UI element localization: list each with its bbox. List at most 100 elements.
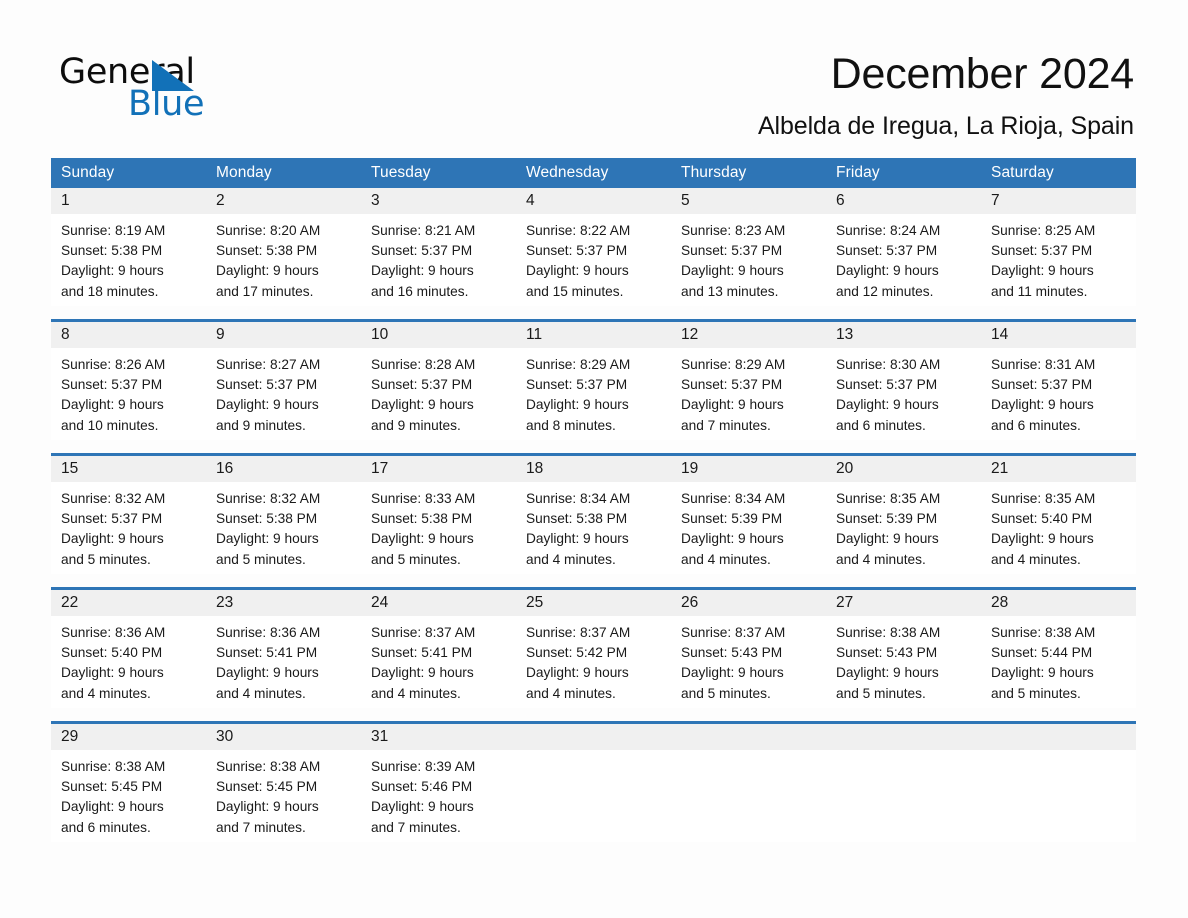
day-cell[interactable]: Sunrise: 8:22 AM Sunset: 5:37 PM Dayligh… — [516, 214, 671, 306]
sunrise-text: Sunrise: 8:22 AM — [526, 223, 631, 238]
day-number[interactable]: 30 — [206, 724, 361, 750]
sunset-text: Sunset: 5:37 PM — [526, 243, 628, 259]
day-number[interactable]: 24 — [361, 590, 516, 616]
day-cell[interactable]: Sunrise: 8:34 AM Sunset: 5:39 PM Dayligh… — [671, 482, 826, 574]
day-number[interactable]: 9 — [206, 322, 361, 348]
day-number[interactable]: 18 — [516, 456, 671, 482]
day-number[interactable]: 17 — [361, 456, 516, 482]
sunset-text: Sunset: 5:39 PM — [681, 511, 783, 527]
sunrise-text: Sunrise: 8:23 AM — [681, 223, 786, 238]
day-number[interactable]: 6 — [826, 188, 981, 214]
day-cell[interactable]: Sunrise: 8:32 AM Sunset: 5:38 PM Dayligh… — [206, 482, 361, 574]
day-cell[interactable]: Sunrise: 8:26 AM Sunset: 5:37 PM Dayligh… — [51, 348, 206, 440]
day-number[interactable]: 12 — [671, 322, 826, 348]
daylight-text-line2: and 9 minutes. — [371, 417, 461, 433]
day-number[interactable]: 15 — [51, 456, 206, 482]
day-cell[interactable]: Sunrise: 8:37 AM Sunset: 5:41 PM Dayligh… — [361, 616, 516, 708]
day-number[interactable]: 29 — [51, 724, 206, 750]
sunset-text: Sunset: 5:38 PM — [216, 511, 318, 527]
day-cell[interactable]: Sunrise: 8:28 AM Sunset: 5:37 PM Dayligh… — [361, 348, 516, 440]
day-number[interactable]: 25 — [516, 590, 671, 616]
day-cell[interactable]: Sunrise: 8:19 AM Sunset: 5:38 PM Dayligh… — [51, 214, 206, 306]
day-number[interactable]: 19 — [671, 456, 826, 482]
sunset-text: Sunset: 5:40 PM — [61, 645, 163, 661]
day-cell[interactable]: Sunrise: 8:24 AM Sunset: 5:37 PM Dayligh… — [826, 214, 981, 306]
daylight-text-line2: and 7 minutes. — [371, 819, 461, 835]
day-number[interactable]: 1 — [51, 188, 206, 214]
day-number[interactable]: 4 — [516, 188, 671, 214]
day-cell[interactable]: Sunrise: 8:27 AM Sunset: 5:37 PM Dayligh… — [206, 348, 361, 440]
sunset-text: Sunset: 5:37 PM — [836, 377, 938, 393]
sunset-text: Sunset: 5:41 PM — [371, 645, 473, 661]
sunset-text: Sunset: 5:37 PM — [216, 377, 318, 393]
general-blue-logo[interactable]: General Blue — [59, 52, 289, 124]
day-cell[interactable]: Sunrise: 8:23 AM Sunset: 5:37 PM Dayligh… — [671, 214, 826, 306]
week-row: 29 30 31 Sunrise: 8:38 AM Sunset: 5:45 P… — [51, 721, 1136, 842]
day-number[interactable]: 3 — [361, 188, 516, 214]
day-number[interactable]: 21 — [981, 456, 1136, 482]
sunset-text: Sunset: 5:45 PM — [61, 779, 163, 795]
sunset-text: Sunset: 5:43 PM — [836, 645, 938, 661]
daylight-text-line1: Daylight: 9 hours — [991, 665, 1094, 681]
day-number[interactable]: 28 — [981, 590, 1136, 616]
day-cell[interactable]: Sunrise: 8:30 AM Sunset: 5:37 PM Dayligh… — [826, 348, 981, 440]
daylight-text-line2: and 15 minutes. — [526, 283, 624, 299]
day-number[interactable]: 16 — [206, 456, 361, 482]
week-info-band: Sunrise: 8:26 AM Sunset: 5:37 PM Dayligh… — [51, 348, 1136, 440]
day-cell[interactable]: Sunrise: 8:34 AM Sunset: 5:38 PM Dayligh… — [516, 482, 671, 574]
day-cell[interactable]: Sunrise: 8:38 AM Sunset: 5:45 PM Dayligh… — [51, 750, 206, 842]
day-number[interactable]: 2 — [206, 188, 361, 214]
day-number[interactable]: 26 — [671, 590, 826, 616]
day-number[interactable]: 27 — [826, 590, 981, 616]
day-number[interactable]: 31 — [361, 724, 516, 750]
day-number[interactable]: 13 — [826, 322, 981, 348]
sunrise-text: Sunrise: 8:19 AM — [61, 223, 166, 238]
day-cell[interactable]: Sunrise: 8:38 AM Sunset: 5:45 PM Dayligh… — [206, 750, 361, 842]
sunrise-text: Sunrise: 8:37 AM — [681, 625, 786, 640]
day-cell-empty — [981, 750, 1136, 842]
day-number[interactable]: 20 — [826, 456, 981, 482]
title-block: December 2024 Albelda de Iregua, La Rioj… — [758, 48, 1134, 141]
day-cell[interactable]: Sunrise: 8:37 AM Sunset: 5:43 PM Dayligh… — [671, 616, 826, 708]
day-cell[interactable]: Sunrise: 8:35 AM Sunset: 5:40 PM Dayligh… — [981, 482, 1136, 574]
daylight-text-line2: and 6 minutes. — [991, 417, 1081, 433]
daylight-text-line1: Daylight: 9 hours — [216, 263, 319, 279]
sunset-text: Sunset: 5:43 PM — [681, 645, 783, 661]
calendar-grid: Sunday Monday Tuesday Wednesday Thursday… — [51, 158, 1136, 842]
daylight-text-line2: and 17 minutes. — [216, 283, 314, 299]
daylight-text-line1: Daylight: 9 hours — [681, 665, 784, 681]
day-number[interactable]: 7 — [981, 188, 1136, 214]
day-cell[interactable]: Sunrise: 8:35 AM Sunset: 5:39 PM Dayligh… — [826, 482, 981, 574]
day-cell[interactable]: Sunrise: 8:29 AM Sunset: 5:37 PM Dayligh… — [671, 348, 826, 440]
day-number[interactable]: 10 — [361, 322, 516, 348]
day-cell[interactable]: Sunrise: 8:25 AM Sunset: 5:37 PM Dayligh… — [981, 214, 1136, 306]
day-cell[interactable]: Sunrise: 8:32 AM Sunset: 5:37 PM Dayligh… — [51, 482, 206, 574]
day-number[interactable]: 23 — [206, 590, 361, 616]
day-cell[interactable]: Sunrise: 8:38 AM Sunset: 5:43 PM Dayligh… — [826, 616, 981, 708]
sunrise-text: Sunrise: 8:32 AM — [61, 491, 166, 506]
day-cell[interactable]: Sunrise: 8:39 AM Sunset: 5:46 PM Dayligh… — [361, 750, 516, 842]
day-cell[interactable]: Sunrise: 8:37 AM Sunset: 5:42 PM Dayligh… — [516, 616, 671, 708]
day-cell[interactable]: Sunrise: 8:20 AM Sunset: 5:38 PM Dayligh… — [206, 214, 361, 306]
daylight-text-line2: and 18 minutes. — [61, 283, 159, 299]
daylight-text-line2: and 4 minutes. — [681, 551, 771, 567]
sunset-text: Sunset: 5:38 PM — [216, 243, 318, 259]
day-cell[interactable]: Sunrise: 8:38 AM Sunset: 5:44 PM Dayligh… — [981, 616, 1136, 708]
day-number[interactable]: 8 — [51, 322, 206, 348]
day-cell[interactable]: Sunrise: 8:36 AM Sunset: 5:41 PM Dayligh… — [206, 616, 361, 708]
day-cell[interactable]: Sunrise: 8:31 AM Sunset: 5:37 PM Dayligh… — [981, 348, 1136, 440]
day-cell[interactable]: Sunrise: 8:33 AM Sunset: 5:38 PM Dayligh… — [361, 482, 516, 574]
day-cell[interactable]: Sunrise: 8:29 AM Sunset: 5:37 PM Dayligh… — [516, 348, 671, 440]
day-number-empty — [826, 724, 981, 750]
sunset-text: Sunset: 5:40 PM — [991, 511, 1093, 527]
sunrise-text: Sunrise: 8:21 AM — [371, 223, 476, 238]
day-number[interactable]: 5 — [671, 188, 826, 214]
day-number[interactable]: 14 — [981, 322, 1136, 348]
week-row: 22 23 24 25 26 27 28 Sunrise: 8:36 AM Su… — [51, 587, 1136, 708]
sunset-text: Sunset: 5:37 PM — [526, 377, 628, 393]
day-number[interactable]: 22 — [51, 590, 206, 616]
day-cell[interactable]: Sunrise: 8:36 AM Sunset: 5:40 PM Dayligh… — [51, 616, 206, 708]
day-cell[interactable]: Sunrise: 8:21 AM Sunset: 5:37 PM Dayligh… — [361, 214, 516, 306]
day-number[interactable]: 11 — [516, 322, 671, 348]
daylight-text-line1: Daylight: 9 hours — [61, 799, 164, 815]
